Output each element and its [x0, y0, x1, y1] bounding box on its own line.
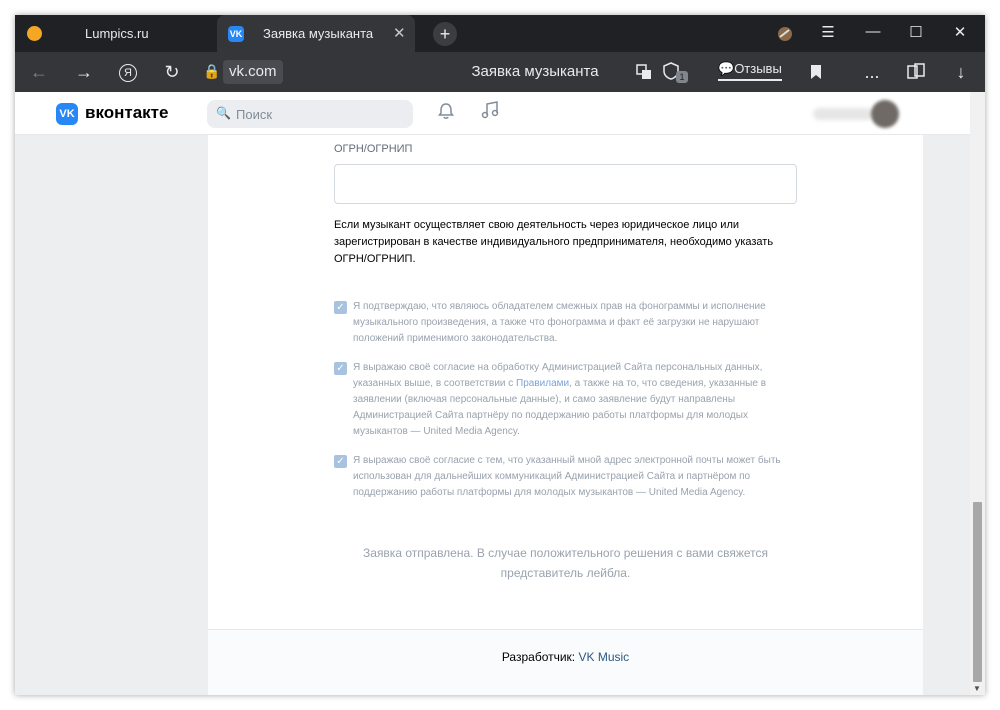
tab-lumpics[interactable]: Lumpics.ru	[15, 15, 215, 52]
download-icon[interactable]: ↓	[949, 62, 973, 83]
rights-checkbox-label: Я подтверждаю, что являюсь обладателем с…	[353, 301, 766, 344]
developer-label: Разработчик:	[501, 650, 579, 664]
extension-badge: 1	[676, 71, 688, 83]
submission-status-message: Заявка отправлена. В случае положительно…	[363, 546, 768, 580]
personal-data-checkbox-label: Я выражаю своё согласие на обработку Адм…	[353, 360, 801, 440]
music-icon[interactable]	[480, 100, 500, 120]
developer-link[interactable]: VK Music	[578, 650, 629, 664]
ogrn-hint: Если музыкант осуществляет свою деятельн…	[334, 219, 774, 265]
page-scrollbar[interactable]: ▼	[970, 92, 985, 695]
lumpics-favicon-icon	[27, 26, 42, 41]
bookmark-icon[interactable]	[810, 64, 822, 80]
application-form-card: ОГРН/ОГРНИП Если музыкант осуществляет с…	[208, 135, 923, 695]
vk-logo-icon[interactable]: VK	[56, 103, 78, 125]
tab-musician-application[interactable]: VK Заявка музыканта ✕	[217, 15, 415, 52]
email-consent-checkbox[interactable]: ✓	[334, 455, 347, 468]
search-placeholder: Поиск	[236, 107, 273, 122]
reviews-label: Отзывы	[734, 61, 782, 76]
reviews-button[interactable]: 💬Отзывы	[718, 61, 782, 81]
forward-button[interactable]: →	[72, 62, 96, 83]
lock-icon[interactable]: 🔒	[203, 63, 220, 80]
bell-icon[interactable]	[437, 102, 455, 120]
vk-header: VK вконтакте 🔍 Поиск	[15, 92, 970, 135]
scrollbar-thumb[interactable]	[973, 502, 982, 682]
close-window-button[interactable]: ✕	[945, 23, 975, 41]
minimize-button[interactable]: —	[858, 23, 888, 40]
extension-icon[interactable]	[776, 25, 794, 43]
vk-brand-name[interactable]: вконтакте	[85, 103, 168, 123]
developer-credit: Разработчик: VK Music	[208, 650, 923, 664]
tab-close-icon[interactable]: ✕	[393, 24, 406, 42]
card-footer: Разработчик: VK Music	[208, 629, 923, 695]
scroll-down-arrow-icon[interactable]: ▼	[973, 684, 981, 693]
maximize-button[interactable]: ☐	[901, 23, 931, 41]
reload-button[interactable]: ↻	[160, 62, 184, 83]
url-field[interactable]: vk.com	[223, 60, 283, 84]
collections-icon[interactable]	[906, 62, 926, 82]
tab-title: Lumpics.ru	[85, 26, 149, 41]
profile-name-blurred[interactable]	[813, 108, 873, 120]
yandex-icon[interactable]: Я	[119, 64, 137, 82]
browser-menu-icon[interactable]: ☰	[813, 23, 843, 41]
translate-icon[interactable]	[635, 63, 653, 81]
ogrn-input[interactable]	[334, 164, 797, 204]
tab-title: Заявка музыканта	[263, 26, 374, 41]
address-bar: ← → Я ↻ 🔒 vk.com Заявка музыканта 1 💬Отз…	[15, 52, 985, 92]
avatar[interactable]	[871, 100, 899, 128]
speech-bubble-icon: 💬	[718, 61, 735, 76]
back-button[interactable]: ←	[27, 62, 51, 83]
vk-favicon-icon: VK	[228, 26, 244, 42]
search-input[interactable]: 🔍 Поиск	[207, 100, 413, 128]
rights-checkbox[interactable]: ✓	[334, 301, 347, 314]
new-tab-button[interactable]: +	[433, 22, 457, 46]
search-icon: 🔍	[216, 106, 231, 120]
email-consent-checkbox-label: Я выражаю своё согласие с тем, что указа…	[353, 455, 781, 498]
personal-data-checkbox[interactable]: ✓	[334, 362, 347, 375]
address-page-title: Заявка музыканта	[471, 63, 599, 80]
rules-link[interactable]: Правилами	[516, 378, 569, 389]
ogrn-label: ОГРН/ОГРНИП	[334, 143, 413, 155]
tab-bar: Lumpics.ru VK Заявка музыканта ✕ + ☰ — ☐…	[15, 15, 985, 52]
more-button[interactable]: ...	[860, 62, 884, 83]
browser-window: Lumpics.ru VK Заявка музыканта ✕ + ☰ — ☐…	[15, 15, 985, 695]
